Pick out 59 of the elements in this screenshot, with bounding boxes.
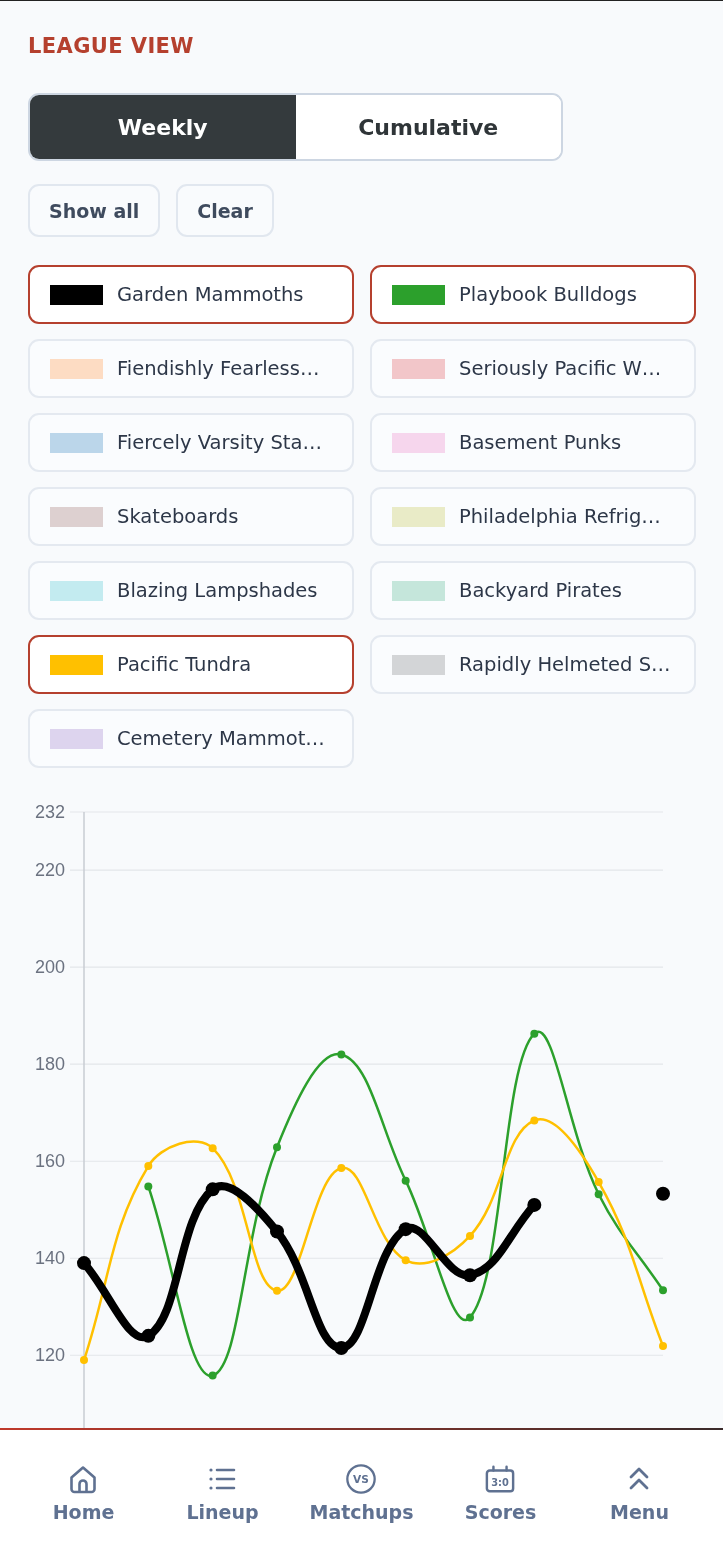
team-filter-chip[interactable]: Backyard Pirates bbox=[370, 561, 696, 620]
data-point bbox=[141, 1328, 156, 1343]
versus-icon: VS bbox=[346, 1464, 377, 1494]
team-filter-chip[interactable]: Seriously Pacific W… bbox=[370, 339, 696, 398]
filter-action-button[interactable]: Clear bbox=[176, 184, 274, 237]
team-filter-chip[interactable]: Philadelphia Refrig… bbox=[370, 487, 696, 546]
y-axis-label: 120 bbox=[34, 1345, 65, 1366]
nav-button[interactable]: VS Matchups bbox=[309, 1464, 414, 1523]
data-point bbox=[273, 1143, 281, 1152]
data-point bbox=[594, 1178, 603, 1187]
nav-button[interactable]: Menu bbox=[610, 1464, 669, 1523]
data-point bbox=[656, 1186, 670, 1201]
data-point bbox=[401, 1256, 410, 1265]
data-point bbox=[273, 1286, 281, 1295]
data-point bbox=[337, 1050, 346, 1059]
y-axis-label: 232 bbox=[34, 802, 65, 822]
data-point bbox=[594, 1190, 603, 1199]
data-point bbox=[401, 1176, 410, 1185]
filter-action-button[interactable]: Show all bbox=[28, 184, 161, 237]
data-point bbox=[337, 1164, 346, 1172]
team-filter-chip[interactable]: Garden Mammoths bbox=[28, 265, 354, 324]
y-axis-label: 220 bbox=[34, 860, 65, 881]
team-filter-chip[interactable]: Playbook Bulldogs bbox=[370, 265, 696, 324]
data-point bbox=[466, 1231, 474, 1240]
data-point bbox=[466, 1313, 474, 1322]
home-icon bbox=[68, 1464, 99, 1494]
data-point bbox=[144, 1182, 153, 1191]
data-point bbox=[208, 1371, 217, 1380]
team-filter-chip[interactable]: Fiercely Varsity Sta… bbox=[28, 413, 354, 472]
team-filter-chip[interactable]: Cemetery Mammot… bbox=[28, 709, 354, 768]
data-point bbox=[530, 1116, 539, 1125]
data-point bbox=[77, 1256, 91, 1271]
view-tab[interactable]: Weekly bbox=[30, 95, 296, 159]
data-point bbox=[659, 1286, 667, 1295]
y-axis-label: 140 bbox=[34, 1248, 65, 1269]
nav-button[interactable]: Lineup bbox=[186, 1464, 259, 1523]
team-filter-chip[interactable]: Skateboards bbox=[28, 487, 354, 546]
data-point bbox=[334, 1340, 349, 1355]
data-point bbox=[530, 1029, 539, 1038]
nav-button[interactable]: Home bbox=[52, 1464, 115, 1523]
y-axis-label: 180 bbox=[34, 1054, 65, 1075]
data-point bbox=[205, 1182, 220, 1197]
nav-button[interactable]: 3:0 Scores bbox=[464, 1464, 537, 1523]
data-point bbox=[463, 1268, 477, 1283]
team-filter-chip[interactable]: Blazing Lampshades bbox=[28, 561, 354, 620]
data-point bbox=[208, 1144, 217, 1153]
team-filter-chip[interactable]: Pacific Tundra bbox=[28, 635, 354, 694]
data-point bbox=[527, 1197, 542, 1212]
data-point bbox=[270, 1224, 284, 1239]
y-axis-label: 200 bbox=[34, 957, 65, 978]
team-filter-chip[interactable]: Fiendishly Fearless… bbox=[28, 339, 354, 398]
page-title: LEAGUE VIEW bbox=[28, 33, 195, 60]
data-point bbox=[659, 1342, 667, 1351]
data-point bbox=[144, 1162, 153, 1171]
team-filter-chip[interactable]: Basement Punks bbox=[370, 413, 696, 472]
data-point bbox=[80, 1356, 88, 1365]
data-point bbox=[398, 1222, 413, 1237]
y-axis-label: 160 bbox=[34, 1151, 65, 1172]
team-filter-chip[interactable]: Rapidly Helmeted S… bbox=[370, 635, 696, 694]
